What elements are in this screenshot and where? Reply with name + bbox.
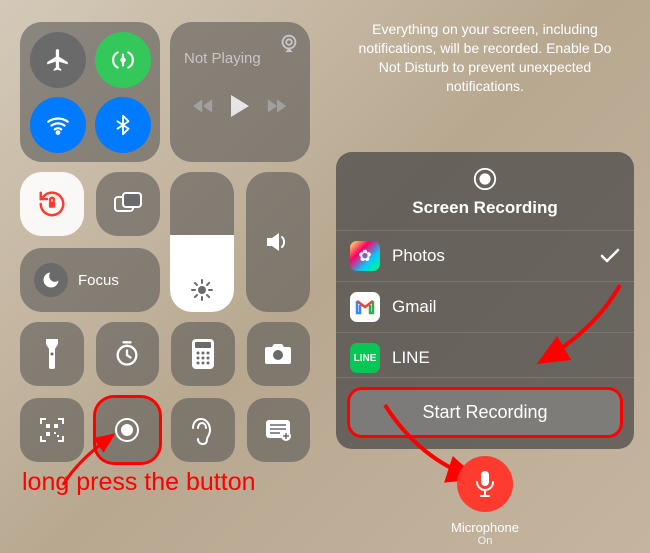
gmail-app-icon <box>350 292 380 322</box>
row-label: LINE <box>392 348 430 368</box>
flashlight-icon <box>43 339 61 369</box>
cellular-data-toggle[interactable] <box>95 32 151 88</box>
cellular-icon <box>110 47 136 73</box>
row-label: Photos <box>392 246 445 266</box>
notes-button[interactable] <box>247 398 311 462</box>
checkmark-icon <box>600 248 620 264</box>
airplay-icon[interactable] <box>278 32 300 54</box>
mic-circle <box>457 456 513 512</box>
airplane-mode-toggle[interactable] <box>30 32 86 88</box>
hearing-button[interactable] <box>171 398 235 462</box>
screen-record-button[interactable] <box>96 398 160 462</box>
destination-row-photos[interactable]: ✿ Photos <box>336 230 634 281</box>
brightness-slider[interactable] <box>170 172 234 312</box>
sheet-title: Screen Recording <box>336 198 634 218</box>
brightness-icon <box>190 278 214 302</box>
volume-slider[interactable] <box>246 172 310 312</box>
wifi-toggle[interactable] <box>30 97 86 153</box>
sheet-header: Screen Recording <box>336 152 634 230</box>
orientation-lock-icon <box>37 189 67 219</box>
camera-icon <box>263 342 293 366</box>
control-center-panel: Not Playing Focus <box>0 0 320 553</box>
ear-icon <box>192 415 214 445</box>
photos-app-icon: ✿ <box>350 241 380 271</box>
destination-row-line[interactable]: LINE LINE <box>336 332 634 377</box>
shortcut-row-1 <box>20 322 310 386</box>
qr-scanner-button[interactable] <box>20 398 84 462</box>
microphone-toggle[interactable]: Microphone On <box>451 456 519 547</box>
recording-blurb: Everything on your screen, including not… <box>320 0 650 96</box>
microphone-icon <box>474 469 496 499</box>
connectivity-group <box>20 22 160 162</box>
forward-icon[interactable] <box>267 98 287 114</box>
row-label: Gmail <box>392 297 436 317</box>
focus-label: Focus <box>78 272 119 289</box>
line-app-icon: LINE <box>350 343 380 373</box>
notes-icon <box>264 418 292 442</box>
record-icon <box>113 416 141 444</box>
moon-circle <box>34 263 68 297</box>
timer-icon <box>113 340 141 368</box>
bluetooth-icon <box>112 112 134 138</box>
now-playing-tile[interactable]: Not Playing <box>170 22 310 162</box>
shortcut-row-2 <box>20 398 310 462</box>
mic-state: On <box>451 535 519 547</box>
camera-button[interactable] <box>247 322 311 386</box>
flashlight-button[interactable] <box>20 322 84 386</box>
bluetooth-toggle[interactable] <box>95 97 151 153</box>
play-icon[interactable] <box>230 95 250 117</box>
screen-mirroring-button[interactable] <box>96 172 160 236</box>
airplane-icon <box>45 47 71 73</box>
timer-button[interactable] <box>96 322 160 386</box>
start-recording-button[interactable]: Start Recording <box>350 390 620 435</box>
recording-sheet: Screen Recording ✿ Photos Gmail LINE LIN… <box>336 152 634 449</box>
mic-label: Microphone <box>451 520 519 535</box>
moon-icon <box>41 270 61 290</box>
rewind-icon[interactable] <box>193 98 213 114</box>
orientation-lock-toggle[interactable] <box>20 172 84 236</box>
wifi-icon <box>45 112 71 138</box>
destination-row-gmail[interactable]: Gmail <box>336 281 634 332</box>
screen-record-sheet-panel: Everything on your screen, including not… <box>320 0 650 553</box>
record-icon <box>472 166 498 192</box>
volume-icon <box>265 231 291 253</box>
annotation-caption: long press the button <box>22 468 256 497</box>
calculator-button[interactable] <box>171 322 235 386</box>
focus-button[interactable]: Focus <box>20 248 160 312</box>
qr-icon <box>39 417 65 443</box>
sheet-footer: Start Recording <box>336 377 634 449</box>
screen-mirroring-icon <box>113 191 143 217</box>
calculator-icon <box>192 339 214 369</box>
